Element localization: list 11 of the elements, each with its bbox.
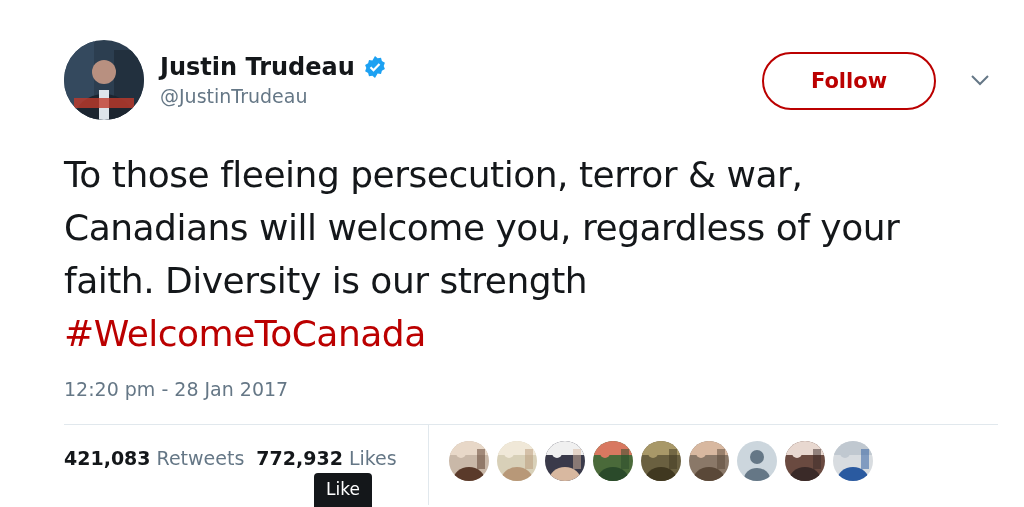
default-avatar-icon[interactable] (737, 441, 777, 481)
stat-link[interactable]: 421,083 Retweets (64, 447, 245, 469)
hashtag-link[interactable]: #WelcomeToCanada (64, 313, 426, 354)
tooltip: Like (314, 473, 372, 507)
author-handle[interactable]: @JustinTrudeau (160, 85, 387, 107)
chevron-down-icon[interactable] (970, 74, 990, 86)
tweet-text: To those fleeing persecution, terror & war, Canadians will welcome you, regardless of your faith. Diversity is our strength #WelcomeToCanada (64, 153, 901, 356)
follow-button[interactable]: Follow (762, 52, 936, 110)
timestamp[interactable]: 12:20 pm - 28 Jan 2017 (64, 378, 998, 400)
author-name[interactable]: Justin Trudeau (160, 53, 355, 81)
stat-link[interactable]: 772,932 Likes (256, 447, 397, 469)
